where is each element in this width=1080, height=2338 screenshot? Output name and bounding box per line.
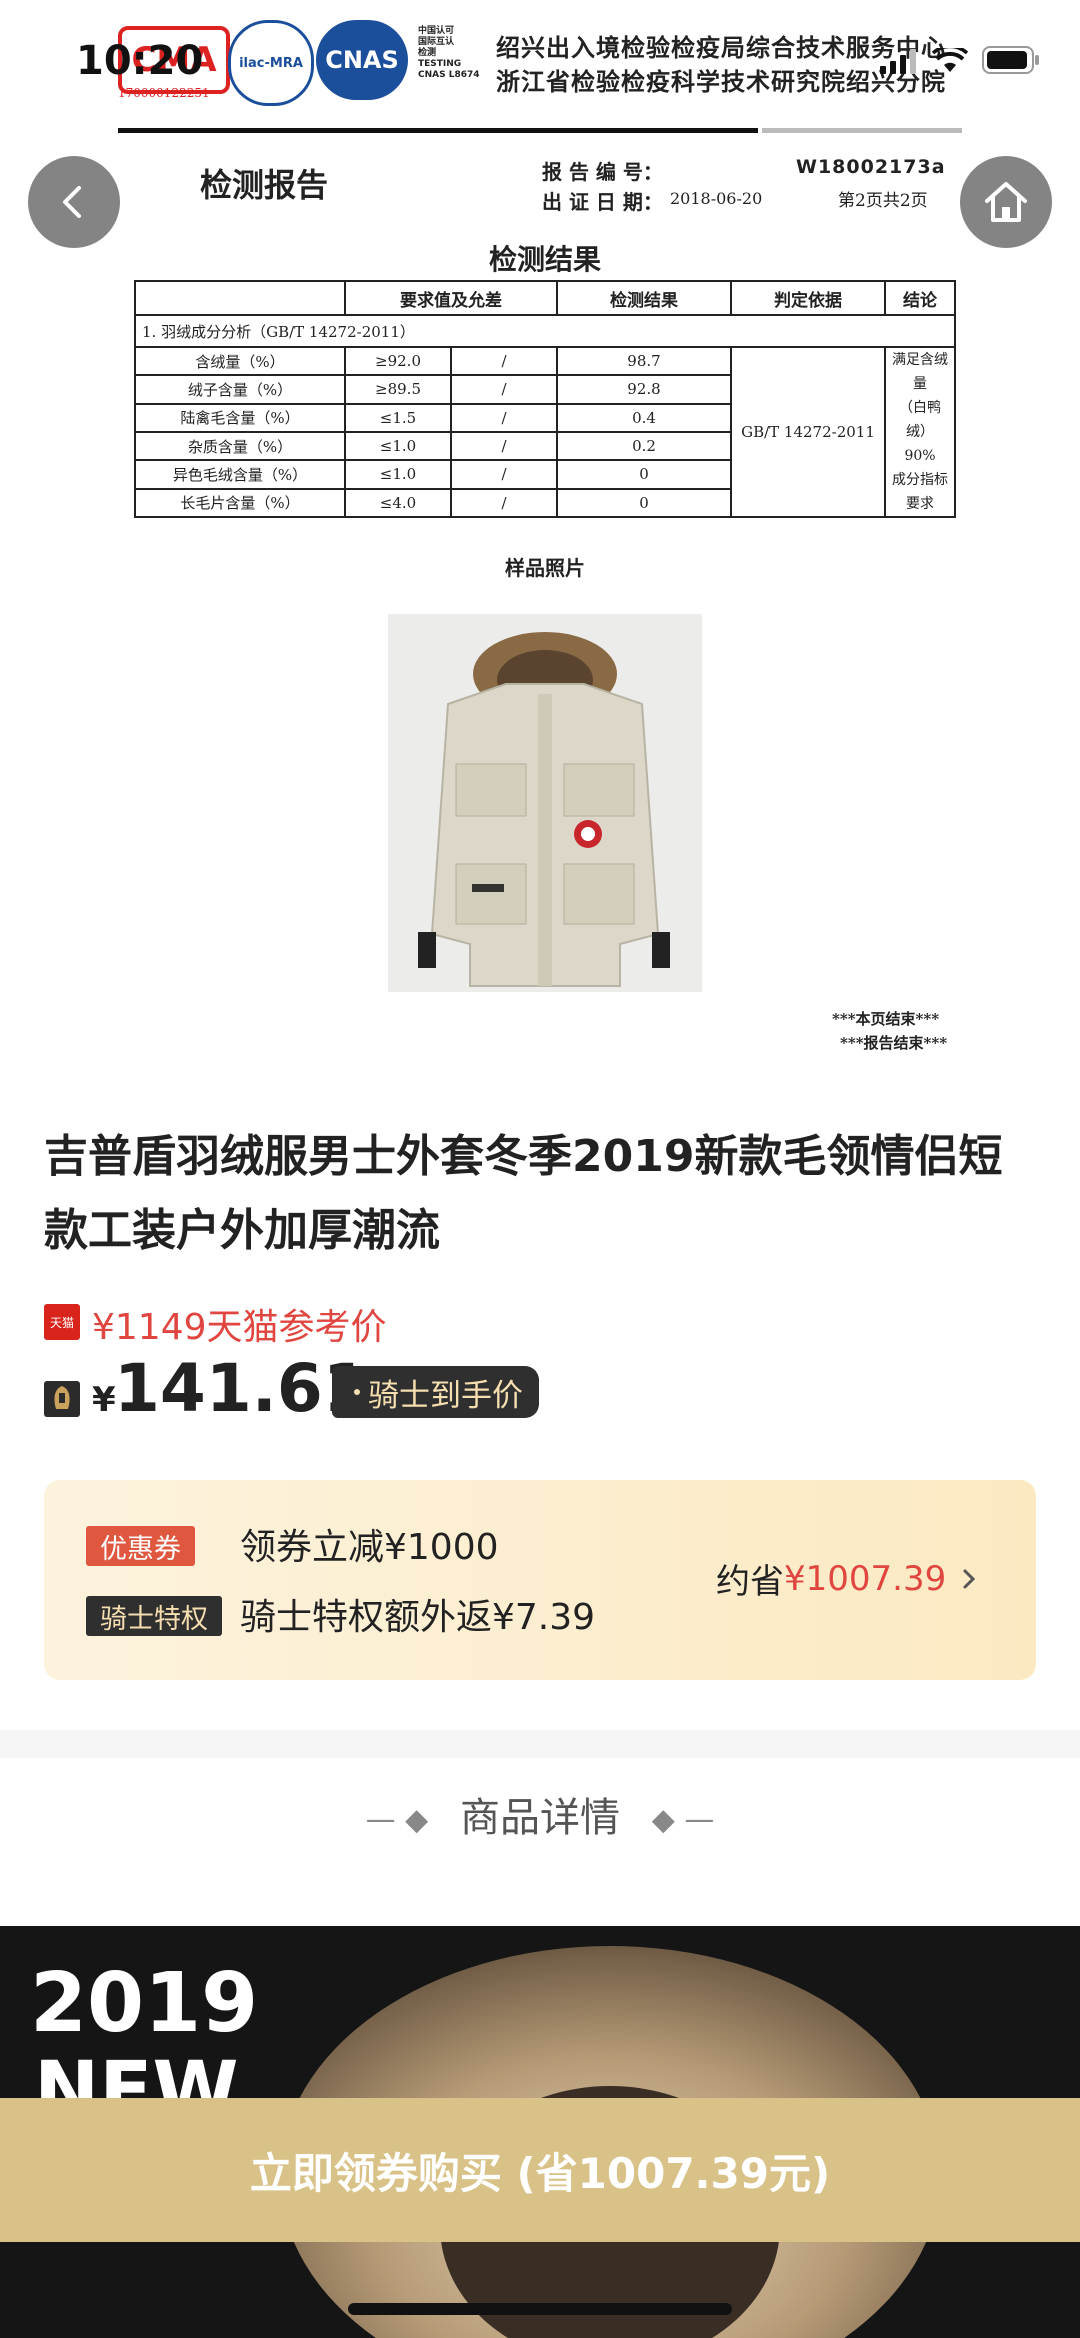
knight-price-badge: 骑士到手价 bbox=[332, 1366, 539, 1418]
back-button[interactable] bbox=[28, 156, 120, 248]
savings-amount: ¥1007.39 bbox=[784, 1558, 947, 1599]
table-row: 含绒量（%） ≥92.0 / 98.7 GB/T 14272-2011 满足含绒… bbox=[134, 345, 956, 518]
savings-summary: 约省 ¥1007.39 bbox=[716, 1554, 982, 1603]
knight-icon bbox=[44, 1381, 80, 1417]
chevron-left-icon bbox=[63, 186, 81, 218]
status-icons bbox=[880, 46, 1040, 74]
tmall-tag: 天猫 bbox=[44, 1304, 80, 1340]
sample-photo bbox=[388, 614, 702, 992]
coupon-box[interactable]: 优惠券 领券立减¥1000 骑士特权 骑士特权额外返¥7.39 约省 ¥1007… bbox=[44, 1480, 1036, 1680]
table-section-row: 1. 羽绒成分分析（GB/T 14272-2011） bbox=[134, 314, 956, 348]
results-table: 要求值及允差 检测结果 判定依据 结论 1. 羽绒成分分析（GB/T 14272… bbox=[134, 280, 956, 519]
section-title: 检测结果 bbox=[488, 243, 601, 276]
status-bar: 10:20 bbox=[0, 0, 1080, 120]
signal-icon bbox=[880, 49, 916, 74]
battery-icon bbox=[982, 46, 1039, 74]
tmall-reference-price: ¥1149天猫参考价 bbox=[92, 1307, 387, 1348]
end-page-note: ***本页结束*** bbox=[832, 1010, 940, 1028]
product-title: 吉普盾羽绒服男士外套冬季2019新款毛领情侣短款工装户外加厚潮流 bbox=[44, 1131, 1003, 1256]
price-currency: ¥ bbox=[92, 1380, 116, 1420]
page-info: 第2页共2页 bbox=[838, 191, 928, 211]
coupon-tag: 优惠券 bbox=[86, 1526, 195, 1566]
home-indicator bbox=[348, 2303, 732, 2315]
end-report-note: ***报告结束*** bbox=[840, 1034, 948, 1052]
section-divider bbox=[0, 1730, 1080, 1758]
report-no-label: 报 告 编 号： bbox=[542, 160, 663, 184]
header-rule-light bbox=[762, 128, 962, 133]
doc-title: 检测报告 bbox=[200, 166, 329, 204]
divider-right: ◆ — bbox=[632, 1802, 715, 1838]
knight-privilege-text: 骑士特权额外返¥7.39 bbox=[240, 1597, 596, 1638]
report-no: W18002173a bbox=[796, 156, 946, 178]
status-time: 10:20 bbox=[76, 38, 204, 84]
report-image: CMA 170000122251 ilac-MRA CNAS 中国认可 国际互认… bbox=[0, 0, 1080, 1065]
issue-date-label: 出 证 日 期： bbox=[542, 190, 663, 214]
savings-label: 约省 bbox=[716, 1562, 784, 1602]
buy-now-button[interactable]: 立即领券购买 (省1007.39元) bbox=[0, 2098, 1080, 2242]
photo-label: 样品照片 bbox=[505, 556, 585, 580]
home-button[interactable] bbox=[960, 156, 1052, 248]
chevron-right-icon bbox=[963, 1569, 976, 1588]
knight-privilege-tag: 骑士特权 bbox=[86, 1596, 222, 1636]
issue-date: 2018-06-20 bbox=[670, 189, 763, 208]
knight-price: 141.61 bbox=[114, 1350, 369, 1427]
coupon-text: 领券立减¥1000 bbox=[240, 1527, 499, 1568]
table-header-row: 要求值及允差 检测结果 判定依据 结论 bbox=[134, 280, 956, 316]
header-rule bbox=[118, 128, 758, 133]
divider-left: — ◆ bbox=[365, 1802, 448, 1838]
banner-year: 2019 bbox=[30, 1956, 259, 2051]
detail-section-title: — ◆ 商品详情 ◆ — bbox=[365, 1795, 715, 1841]
home-icon bbox=[985, 182, 1027, 222]
wifi-icon bbox=[932, 48, 968, 72]
